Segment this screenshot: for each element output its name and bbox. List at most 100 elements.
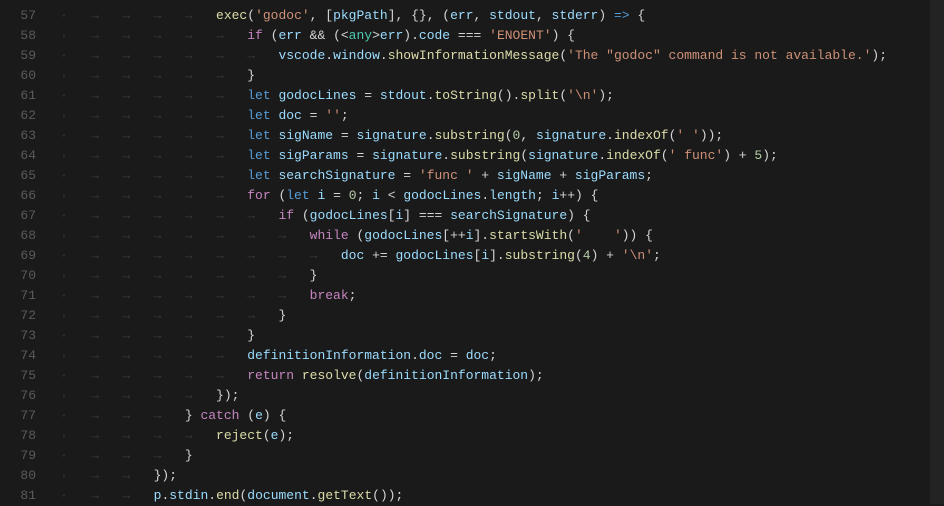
code-token: = bbox=[395, 166, 418, 186]
code-token: ( bbox=[356, 366, 364, 386]
line-number: 64 bbox=[0, 146, 60, 166]
code-line[interactable]: · → → → → → definitionInformation.doc = … bbox=[60, 346, 944, 366]
code-token: ; bbox=[536, 186, 552, 206]
whitespace-indicator: · → → → → → bbox=[60, 126, 247, 146]
code-token: substring bbox=[450, 146, 520, 166]
code-token: ( bbox=[247, 6, 255, 26]
code-line[interactable]: · → → → → → → if (godocLines[i] === sear… bbox=[60, 206, 944, 226]
code-token: let bbox=[247, 126, 270, 146]
code-line[interactable]: · → → → → → → → } bbox=[60, 266, 944, 286]
code-token: } bbox=[247, 66, 255, 86]
code-token: (). bbox=[497, 86, 520, 106]
code-token: } bbox=[310, 266, 318, 286]
code-token: . bbox=[208, 486, 216, 504]
code-token: [ bbox=[474, 246, 482, 266]
code-token: '\n' bbox=[622, 246, 653, 266]
code-token: showInformationMessage bbox=[388, 46, 560, 66]
code-token: , bbox=[474, 6, 490, 26]
line-number: 65 bbox=[0, 166, 60, 186]
code-token: err bbox=[450, 6, 473, 26]
whitespace-indicator: · → → → → bbox=[60, 6, 216, 26]
code-token: sigName bbox=[497, 166, 552, 186]
code-token: doc bbox=[419, 346, 442, 366]
code-editor[interactable]: 5758596061626364656667686970717273747576… bbox=[0, 0, 944, 504]
whitespace-indicator: · → → → → → → bbox=[60, 306, 278, 326]
code-line[interactable]: · → → → → → → → break; bbox=[60, 286, 944, 306]
code-token: godocLines bbox=[310, 206, 388, 226]
code-line[interactable]: · → → → → → let godocLines = stdout.toSt… bbox=[60, 86, 944, 106]
code-token: startsWith bbox=[489, 226, 567, 246]
code-line[interactable]: · → → → → }); bbox=[60, 386, 944, 406]
code-token: ); bbox=[528, 366, 544, 386]
code-line[interactable]: · → → → → → } bbox=[60, 66, 944, 86]
code-token: . bbox=[380, 46, 388, 66]
code-token: pkgPath bbox=[333, 6, 388, 26]
code-token: stderr bbox=[552, 6, 599, 26]
code-token: i bbox=[481, 246, 489, 266]
whitespace-indicator: · → → → → → → → → bbox=[60, 246, 341, 266]
code-line[interactable]: · → → }); bbox=[60, 466, 944, 486]
code-token: length bbox=[489, 186, 536, 206]
code-line[interactable]: · → → → → → → → → doc += godocLines[i].s… bbox=[60, 246, 944, 266]
code-token: . bbox=[161, 486, 169, 504]
line-number: 81 bbox=[0, 486, 60, 506]
code-token: let bbox=[247, 106, 270, 126]
code-token: ; bbox=[349, 286, 357, 306]
code-token: ( bbox=[669, 126, 677, 146]
code-token: } bbox=[185, 446, 193, 466]
line-number: 66 bbox=[0, 186, 60, 206]
code-token: , bbox=[536, 6, 552, 26]
code-token: . bbox=[427, 86, 435, 106]
code-token: godocLines bbox=[395, 246, 473, 266]
line-number: 71 bbox=[0, 286, 60, 306]
code-token: ( bbox=[559, 46, 567, 66]
whitespace-indicator: · → → → → → bbox=[60, 86, 247, 106]
whitespace-indicator: · → → → → → → bbox=[60, 46, 278, 66]
code-line[interactable]: · → → → } catch (e) { bbox=[60, 406, 944, 426]
line-number: 61 bbox=[0, 86, 60, 106]
vertical-scrollbar[interactable] bbox=[930, 0, 944, 504]
code-token: ; bbox=[653, 246, 661, 266]
line-number: 60 bbox=[0, 66, 60, 86]
line-number: 57 bbox=[0, 6, 60, 26]
code-token: end bbox=[216, 486, 239, 504]
code-token: ( bbox=[271, 186, 287, 206]
code-line[interactable]: · → → → → → → } bbox=[60, 306, 944, 326]
code-token: 'The "godoc" command is not available.' bbox=[567, 46, 871, 66]
code-line[interactable]: · → → → → → return resolve(definitionInf… bbox=[60, 366, 944, 386]
code-token: code bbox=[419, 26, 450, 46]
code-token: split bbox=[520, 86, 559, 106]
code-line[interactable]: · → → → } bbox=[60, 446, 944, 466]
code-token: indexOf bbox=[614, 126, 669, 146]
code-line[interactable]: · → → → → → if (err && (<any>err).code =… bbox=[60, 26, 944, 46]
code-token: ) bbox=[598, 6, 614, 26]
code-line[interactable]: · → → → → → → → while (godocLines[++i].s… bbox=[60, 226, 944, 246]
code-token: ) + bbox=[723, 146, 754, 166]
code-token: searchSignature bbox=[450, 206, 567, 226]
code-line[interactable]: · → → → → → let searchSignature = 'func … bbox=[60, 166, 944, 186]
code-token: i bbox=[552, 186, 560, 206]
code-token: ). bbox=[403, 26, 419, 46]
code-token: '\n' bbox=[567, 86, 598, 106]
code-token: ( bbox=[559, 86, 567, 106]
whitespace-indicator: · → → → → → → → bbox=[60, 286, 310, 306]
code-token: . bbox=[325, 46, 333, 66]
code-line[interactable]: · → → → → → → vscode.window.showInformat… bbox=[60, 46, 944, 66]
whitespace-indicator: · → → → bbox=[60, 406, 185, 426]
code-line[interactable]: · → → → → → let doc = ''; bbox=[60, 106, 944, 126]
code-line[interactable]: · → → → → reject(e); bbox=[60, 426, 944, 446]
code-token: + bbox=[552, 166, 575, 186]
code-token: . bbox=[606, 126, 614, 146]
code-token: ' ' bbox=[676, 126, 699, 146]
code-line[interactable]: · → → → → → let sigName = signature.subs… bbox=[60, 126, 944, 146]
code-line[interactable]: · → → → → → } bbox=[60, 326, 944, 346]
code-token bbox=[271, 106, 279, 126]
code-token: definitionInformation bbox=[247, 346, 411, 366]
code-line[interactable]: · → → → → → for (let i = 0; i < godocLin… bbox=[60, 186, 944, 206]
code-line[interactable]: · → → → → exec('godoc', [pkgPath], {}, (… bbox=[60, 6, 944, 26]
code-line[interactable]: · → → p.stdin.end(document.getText()); bbox=[60, 486, 944, 504]
code-token: ( bbox=[263, 26, 279, 46]
code-token: = bbox=[302, 106, 325, 126]
code-area[interactable]: · → → → → exec('godoc', [pkgPath], {}, (… bbox=[60, 0, 944, 504]
code-line[interactable]: · → → → → → let sigParams = signature.su… bbox=[60, 146, 944, 166]
